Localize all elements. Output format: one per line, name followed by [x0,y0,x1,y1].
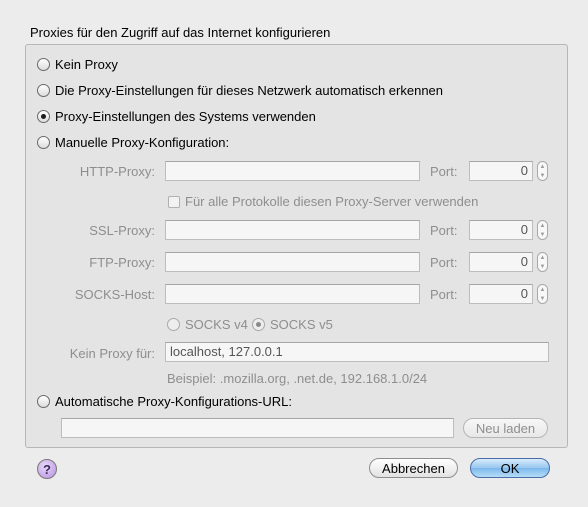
radio-socks-v4-label: SOCKS v4 [185,317,248,332]
socks-port-input[interactable]: 0 [469,284,533,304]
proxy-settings-group [25,44,568,448]
radio-button-icon [37,84,50,97]
radio-auto-config-url-label: Automatische Proxy-Konfigurations-URL: [55,394,292,409]
radio-button-icon [37,58,50,71]
ssl-proxy-label: SSL-Proxy: [89,223,155,238]
help-button[interactable]: ? [37,459,57,479]
http-port-stepper[interactable]: ▲ ▼ [537,161,548,181]
ftp-port-stepper[interactable]: ▲ ▼ [537,252,548,272]
http-port-input[interactable]: 0 [469,161,533,181]
radio-auto-config-url[interactable]: Automatische Proxy-Konfigurations-URL: [37,394,292,409]
socks-port-label: Port: [430,287,458,302]
no-proxy-example-text: Beispiel: .mozilla.org, .net.de, 192.168… [167,371,428,386]
stepper-up-icon: ▲ [539,286,546,293]
ssl-port-label: Port: [430,223,458,238]
http-proxy-label: HTTP-Proxy: [79,164,155,179]
section-title: Proxies für den Zugriff auf das Internet… [30,25,331,40]
radio-manual-proxy[interactable]: Manuelle Proxy-Konfiguration: [37,135,229,150]
radio-socks-v5[interactable]: SOCKS v5 [252,317,333,332]
stepper-down-icon: ▼ [539,231,546,238]
radio-system-proxy[interactable]: Proxy-Einstellungen des Systems verwende… [37,109,316,124]
ftp-proxy-input[interactable] [165,252,420,272]
ssl-port-input[interactable]: 0 [469,220,533,240]
radio-manual-proxy-label: Manuelle Proxy-Konfiguration: [55,135,230,150]
stepper-up-icon: ▲ [539,254,546,261]
stepper-down-icon: ▼ [539,172,546,179]
auto-config-url-input[interactable] [61,418,454,438]
radio-auto-detect[interactable]: Die Proxy-Einstellungen für dieses Netzw… [37,83,443,98]
radio-button-icon [37,395,50,408]
radio-no-proxy-label: Kein Proxy [55,57,118,72]
ok-button[interactable]: OK [470,458,550,478]
http-port-label: Port: [430,164,458,179]
reload-button[interactable]: Neu laden [463,418,548,438]
checkbox-icon [168,195,180,208]
radio-no-proxy[interactable]: Kein Proxy [37,57,118,72]
ftp-proxy-label: FTP-Proxy: [89,255,155,270]
radio-system-proxy-label: Proxy-Einstellungen des Systems verwende… [55,109,316,124]
http-proxy-input[interactable] [165,161,420,181]
socks-port-stepper[interactable]: ▲ ▼ [537,284,548,304]
no-proxy-for-label: Kein Proxy für: [69,346,155,361]
stepper-down-icon: ▼ [539,295,546,302]
ftp-port-input[interactable]: 0 [469,252,533,272]
radio-button-selected-icon [37,110,50,123]
same-proxy-checkbox-label: Für alle Protokolle diesen Proxy-Server … [185,194,479,209]
no-proxy-for-input[interactable]: localhost, 127.0.0.1 [165,342,549,362]
ftp-port-label: Port: [430,255,458,270]
radio-button-icon [37,136,50,149]
stepper-down-icon: ▼ [539,263,546,270]
radio-auto-detect-label: Die Proxy-Einstellungen für dieses Netzw… [55,83,444,98]
socks-host-input[interactable] [165,284,420,304]
cancel-button[interactable]: Abbrechen [369,458,458,478]
stepper-up-icon: ▲ [539,222,546,229]
ssl-port-stepper[interactable]: ▲ ▼ [537,220,548,240]
radio-socks-v4[interactable]: SOCKS v4 [167,317,248,332]
radio-socks-v5-label: SOCKS v5 [270,317,333,332]
ssl-proxy-input[interactable] [165,220,420,240]
same-proxy-checkbox-row[interactable]: Für alle Protokolle diesen Proxy-Server … [168,194,478,209]
radio-button-selected-icon [252,318,265,331]
socks-host-label: SOCKS-Host: [74,287,155,302]
stepper-up-icon: ▲ [539,163,546,170]
question-mark-icon: ? [43,461,51,477]
radio-button-icon [167,318,180,331]
